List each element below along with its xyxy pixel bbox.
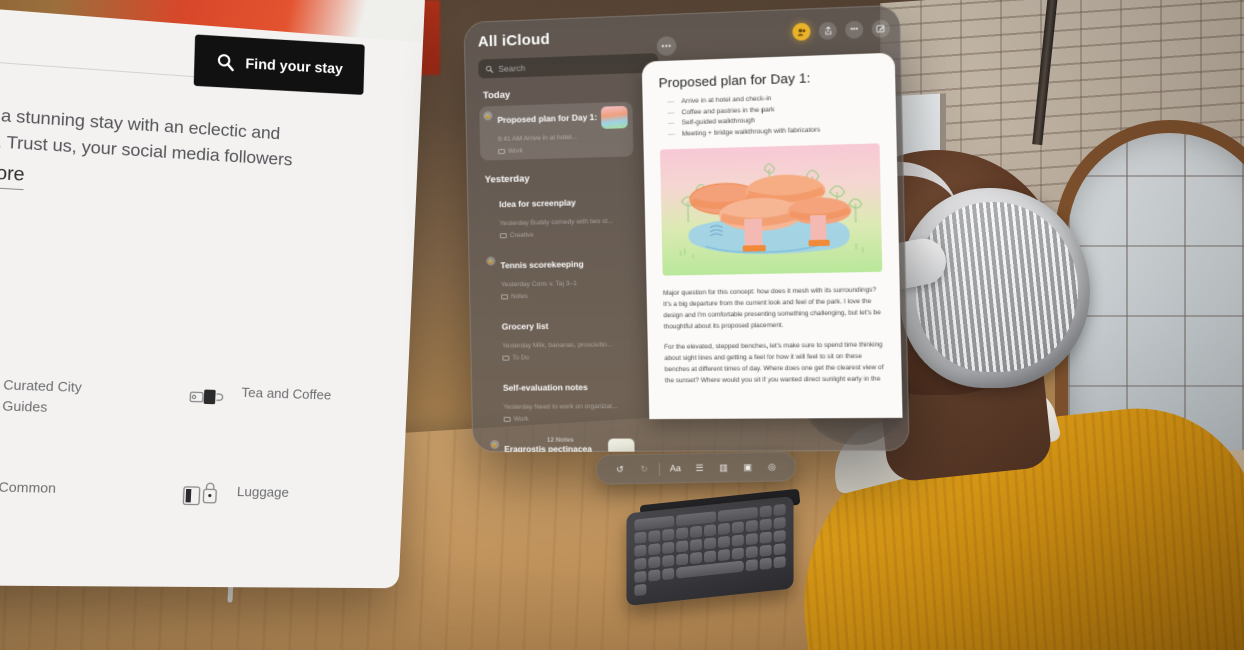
note-title: Proposed plan for Day 1: xyxy=(497,111,598,126)
checklist-button[interactable]: ☰ xyxy=(687,453,712,483)
note-title: Tennis scorekeeping xyxy=(500,258,584,271)
amenity-label: Tea and Coffee xyxy=(241,384,332,403)
note-list-item[interactable]: 🔒 Idea for screenplay Yesterday Buddy co… xyxy=(481,187,635,245)
note-folder: Creative xyxy=(499,230,630,240)
bullet-text: Arrive in at hotel and check-in xyxy=(681,95,772,106)
share-icon[interactable] xyxy=(818,21,837,40)
folder-icon xyxy=(502,355,510,361)
booking-app-window[interactable]: ests uest Find your stay urself to a stu… xyxy=(0,0,426,589)
amenity-label: Luggage xyxy=(236,483,290,501)
compose-icon[interactable] xyxy=(871,19,891,38)
redo-button[interactable]: ↻ xyxy=(632,454,656,484)
note-title: Self-evaluation notes xyxy=(502,382,588,393)
collaboration-icon[interactable] xyxy=(792,22,811,41)
notes-app-window[interactable]: All iCloud ••• Search Today 🔒 Proposed p… xyxy=(463,4,910,453)
search-icon xyxy=(216,52,235,71)
note-title: Idea for screenplay xyxy=(499,197,576,210)
note-list-item-selected[interactable]: 🔒 Proposed plan for Day 1: 9:41 AM Arriv… xyxy=(479,101,634,161)
illustration-artwork xyxy=(660,143,882,275)
note-meta: Yesterday Need to work on organizat... xyxy=(503,403,618,411)
note-meta: Yesterday Buddy comedy with two st... xyxy=(499,217,614,228)
table-button[interactable]: ▥ xyxy=(711,452,736,482)
bullet-text: Coffee and pastries in the park xyxy=(681,105,775,116)
folder-icon xyxy=(499,232,507,239)
amenities-grid: Curated City Guides Tea and Coffee Commo… xyxy=(0,373,396,519)
amenity-item: Curated City Guides xyxy=(0,373,167,421)
folder-icon xyxy=(498,148,506,155)
amenity-item: Luggage xyxy=(180,481,392,519)
people-glyph xyxy=(797,28,805,36)
dash-icon: — xyxy=(667,98,675,106)
notes-sidebar: All iCloud ••• Search Today 🔒 Proposed p… xyxy=(464,15,677,453)
media-button[interactable]: ▣ xyxy=(735,452,760,482)
notes-count: 12 Notes xyxy=(546,436,574,444)
read-more-link[interactable]: Read More xyxy=(0,155,26,191)
note-thumbnail xyxy=(600,105,628,129)
note-folder: To Do xyxy=(502,353,632,362)
note-detail-pane[interactable]: Proposed plan for Day 1: — Arrive in at h… xyxy=(641,52,903,420)
concept-illustration[interactable] xyxy=(659,142,883,276)
amenity-label: Common xyxy=(0,479,57,496)
note-list-item[interactable]: 🔒 Tennis scorekeeping Yesterday Cons v. … xyxy=(482,249,636,306)
folder-icon xyxy=(503,416,511,423)
search-input[interactable]: Search xyxy=(478,53,659,79)
share-glyph xyxy=(823,26,832,36)
dash-icon: — xyxy=(667,119,675,127)
note-folder-label: Work xyxy=(507,147,523,155)
note-paragraph: For the elevated, stepped benches, let's… xyxy=(664,340,884,385)
section-header-yesterday: Yesterday xyxy=(484,173,530,186)
bullet-item: — Meeting + bridge walkthrough with fabri… xyxy=(667,124,879,138)
bullet-text: Self-guided walkthrough xyxy=(681,117,756,127)
format-toolbar[interactable]: ↺ ↻ Aa ☰ ▥ ▣ ◎ xyxy=(595,451,797,485)
note-folder-label: Work xyxy=(513,415,529,423)
note-folder: Work xyxy=(498,145,594,155)
coffee-cup-icon xyxy=(184,381,227,417)
search-placeholder: Search xyxy=(498,62,526,74)
toolbar-separator xyxy=(659,462,661,476)
more-icon[interactable]: ••• xyxy=(845,20,864,39)
markup-button[interactable]: ◎ xyxy=(759,452,784,482)
find-your-stay-label: Find your stay xyxy=(245,54,344,77)
note-folder-label: Notes xyxy=(511,293,528,301)
bullet-text: Meeting + bridge walkthrough with fabric… xyxy=(681,125,821,138)
dash-icon: — xyxy=(667,130,675,138)
luggage-lock-icon xyxy=(180,481,223,517)
folder-icon xyxy=(501,294,509,300)
amenity-label: Curated City Guides xyxy=(2,376,83,415)
note-meta: 9:41 AM Arrive in at hotel... xyxy=(497,133,578,144)
headset-visor xyxy=(900,188,1090,388)
note-meta: Yesterday Milk, bananas, prosciutto... xyxy=(502,341,613,350)
lock-icon: 🔒 xyxy=(486,256,496,266)
dash-icon: — xyxy=(667,108,675,117)
listing-description: urself to a stunning stay with an eclect… xyxy=(0,98,383,210)
note-folder: Notes xyxy=(501,291,631,300)
note-detail-title: Proposed plan for Day 1: xyxy=(658,70,811,91)
note-folder: Work xyxy=(503,415,634,423)
note-list-item[interactable]: 🔒 Grocery list Yesterday Milk, bananas, … xyxy=(483,311,637,367)
amenity-item: Common xyxy=(0,476,162,516)
sidebar-more-button[interactable]: ••• xyxy=(656,36,677,57)
note-meta: Yesterday Cons v. Taj 3–1 xyxy=(500,280,578,289)
note-bullet-list: — Arrive in at hotel and check-in — Coffee… xyxy=(667,92,879,138)
text-format-button[interactable]: Aa xyxy=(663,453,688,483)
note-folder-label: To Do xyxy=(512,354,530,362)
find-your-stay-button[interactable]: Find your stay xyxy=(193,34,365,95)
amenity-item: Tea and Coffee xyxy=(184,381,396,427)
notes-toolbar: ••• xyxy=(792,19,891,41)
lock-icon: 🔒 xyxy=(483,111,493,121)
note-list-item[interactable]: 🔒 Self-evaluation notes Yesterday Need t… xyxy=(485,372,639,427)
wireless-keyboard[interactable] xyxy=(626,495,794,607)
section-header-today: Today xyxy=(482,89,511,102)
note-title: Grocery list xyxy=(501,320,549,332)
compose-glyph xyxy=(876,24,886,34)
undo-button[interactable]: ↺ xyxy=(608,454,632,484)
note-paragraph: Major question for this concept: how doe… xyxy=(662,285,881,331)
window-title: All iCloud xyxy=(477,30,551,51)
note-folder-label: Creative xyxy=(509,231,534,240)
search-icon xyxy=(485,65,493,73)
note-title: Eragrostis pectinacea xyxy=(504,443,592,453)
